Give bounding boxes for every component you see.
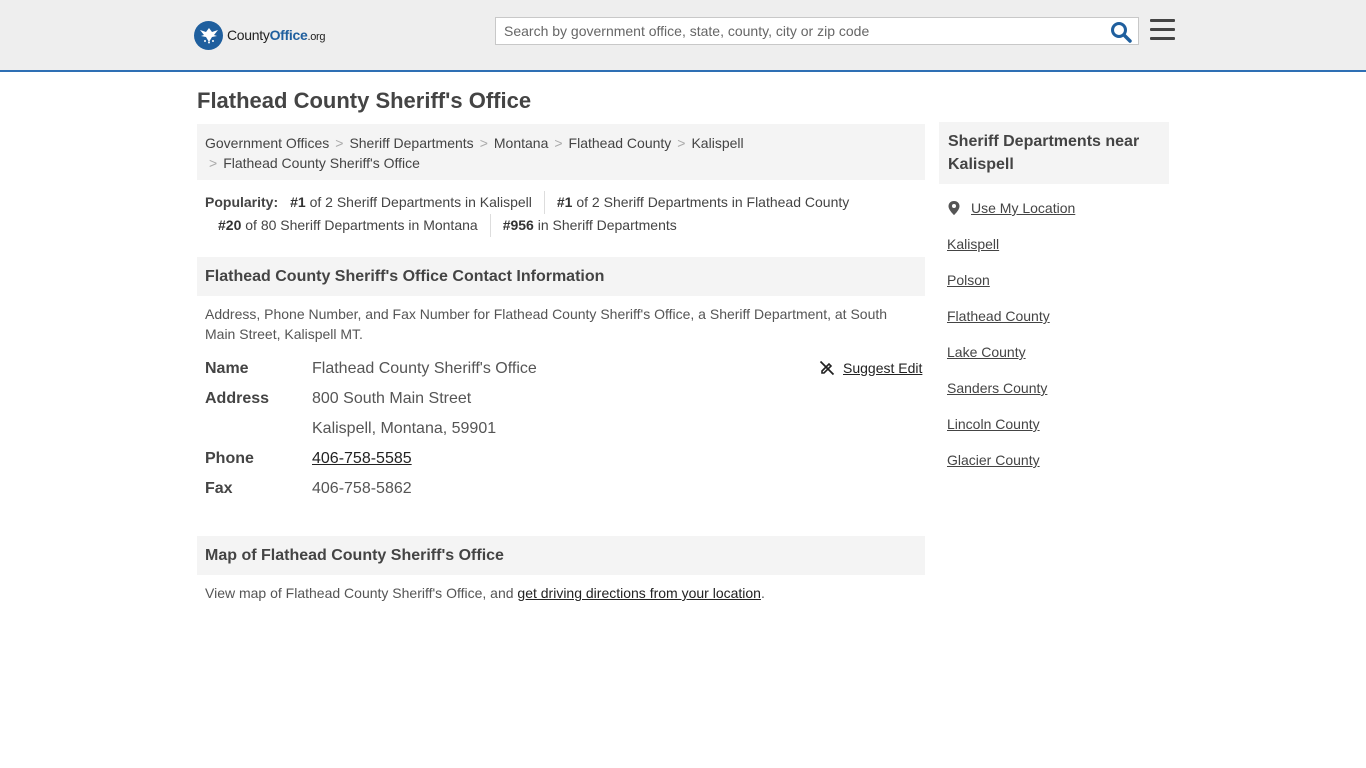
sidebar-link-kalispell[interactable]: Kalispell [947, 236, 999, 252]
address-label: Address [205, 390, 270, 407]
phone-link[interactable]: 406-758-5585 [312, 450, 412, 467]
breadcrumb-separator: > [554, 135, 563, 151]
map-description: View map of Flathead County Sheriff's Of… [205, 585, 765, 601]
suggest-edit-link[interactable]: Suggest Edit [819, 360, 922, 376]
search-button[interactable] [1110, 21, 1132, 43]
address-line2: Kalispell, Montana, 59901 [312, 420, 497, 437]
map-pin-icon [948, 201, 960, 215]
breadcrumb-separator: > [677, 135, 686, 151]
breadcrumb-sheriff-departments[interactable]: Sheriff Departments [349, 135, 473, 151]
breadcrumb-montana[interactable]: Montana [494, 135, 548, 151]
sidebar-link-glacier-county[interactable]: Glacier County [947, 452, 1040, 468]
use-my-location-link[interactable]: Use My Location [971, 200, 1075, 216]
site-header: CountyOffice.org [0, 0, 1366, 72]
popularity-item: #1 of 2 Sheriff Departments in Kalispell [290, 194, 532, 210]
phone-label: Phone [205, 450, 254, 467]
driving-directions-link[interactable]: get driving directions from your locatio… [517, 585, 761, 601]
breadcrumb-flathead-county[interactable]: Flathead County [569, 135, 672, 151]
map-heading: Map of Flathead County Sheriff's Office [197, 536, 925, 575]
name-value: Flathead County Sheriff's Office [312, 360, 537, 377]
contact-description: Address, Phone Number, and Fax Number fo… [205, 306, 888, 342]
breadcrumb-separator: > [209, 155, 218, 171]
hamburger-menu-icon[interactable] [1150, 19, 1175, 41]
logo-text: CountyOffice.org [227, 27, 326, 43]
site-logo[interactable]: CountyOffice.org [194, 20, 326, 50]
sidebar-link-lake-county[interactable]: Lake County [947, 344, 1026, 360]
breadcrumb-current: Flathead County Sheriff's Office [223, 155, 420, 171]
search-input[interactable] [496, 18, 1104, 44]
breadcrumb: Government Offices > Sheriff Departments > M… [197, 124, 925, 180]
contact-info-heading: Flathead County Sheriff's Office Contact… [197, 257, 925, 296]
popularity-item: #20 of 80 Sheriff Departments in Montana [218, 217, 478, 233]
edit-off-icon [819, 360, 835, 376]
page-title: Flathead County Sheriff's Office [197, 88, 532, 113]
use-location: Use My Location [947, 200, 1075, 216]
sidebar-link-sanders-county[interactable]: Sanders County [947, 380, 1047, 396]
sidebar-link-flathead-county[interactable]: Flathead County [947, 308, 1050, 324]
sidebar-link-lincoln-county[interactable]: Lincoln County [947, 416, 1040, 432]
eagle-logo-icon [194, 20, 223, 50]
name-label: Name [205, 360, 249, 377]
popularity-label: Popularity: [205, 194, 279, 210]
search-box [495, 17, 1139, 45]
breadcrumb-government-offices[interactable]: Government Offices [205, 135, 329, 151]
sidebar-link-polson[interactable]: Polson [947, 272, 990, 288]
breadcrumb-separator: > [479, 135, 488, 151]
popularity-item: #1 of 2 Sheriff Departments in Flathead … [543, 191, 861, 214]
breadcrumb-separator: > [335, 135, 344, 151]
sidebar-heading: Sheriff Departments near Kalispell [939, 122, 1169, 184]
fax-label: Fax [205, 480, 233, 497]
fax-value: 406-758-5862 [312, 480, 412, 497]
popularity-item: #956 in Sheriff Departments [489, 214, 689, 237]
popularity-rankings: Popularity: #1 of 2 Sheriff Departments … [205, 191, 925, 237]
search-icon [1111, 22, 1132, 43]
address-line1: 800 South Main Street [312, 390, 472, 407]
breadcrumb-kalispell[interactable]: Kalispell [691, 135, 743, 151]
